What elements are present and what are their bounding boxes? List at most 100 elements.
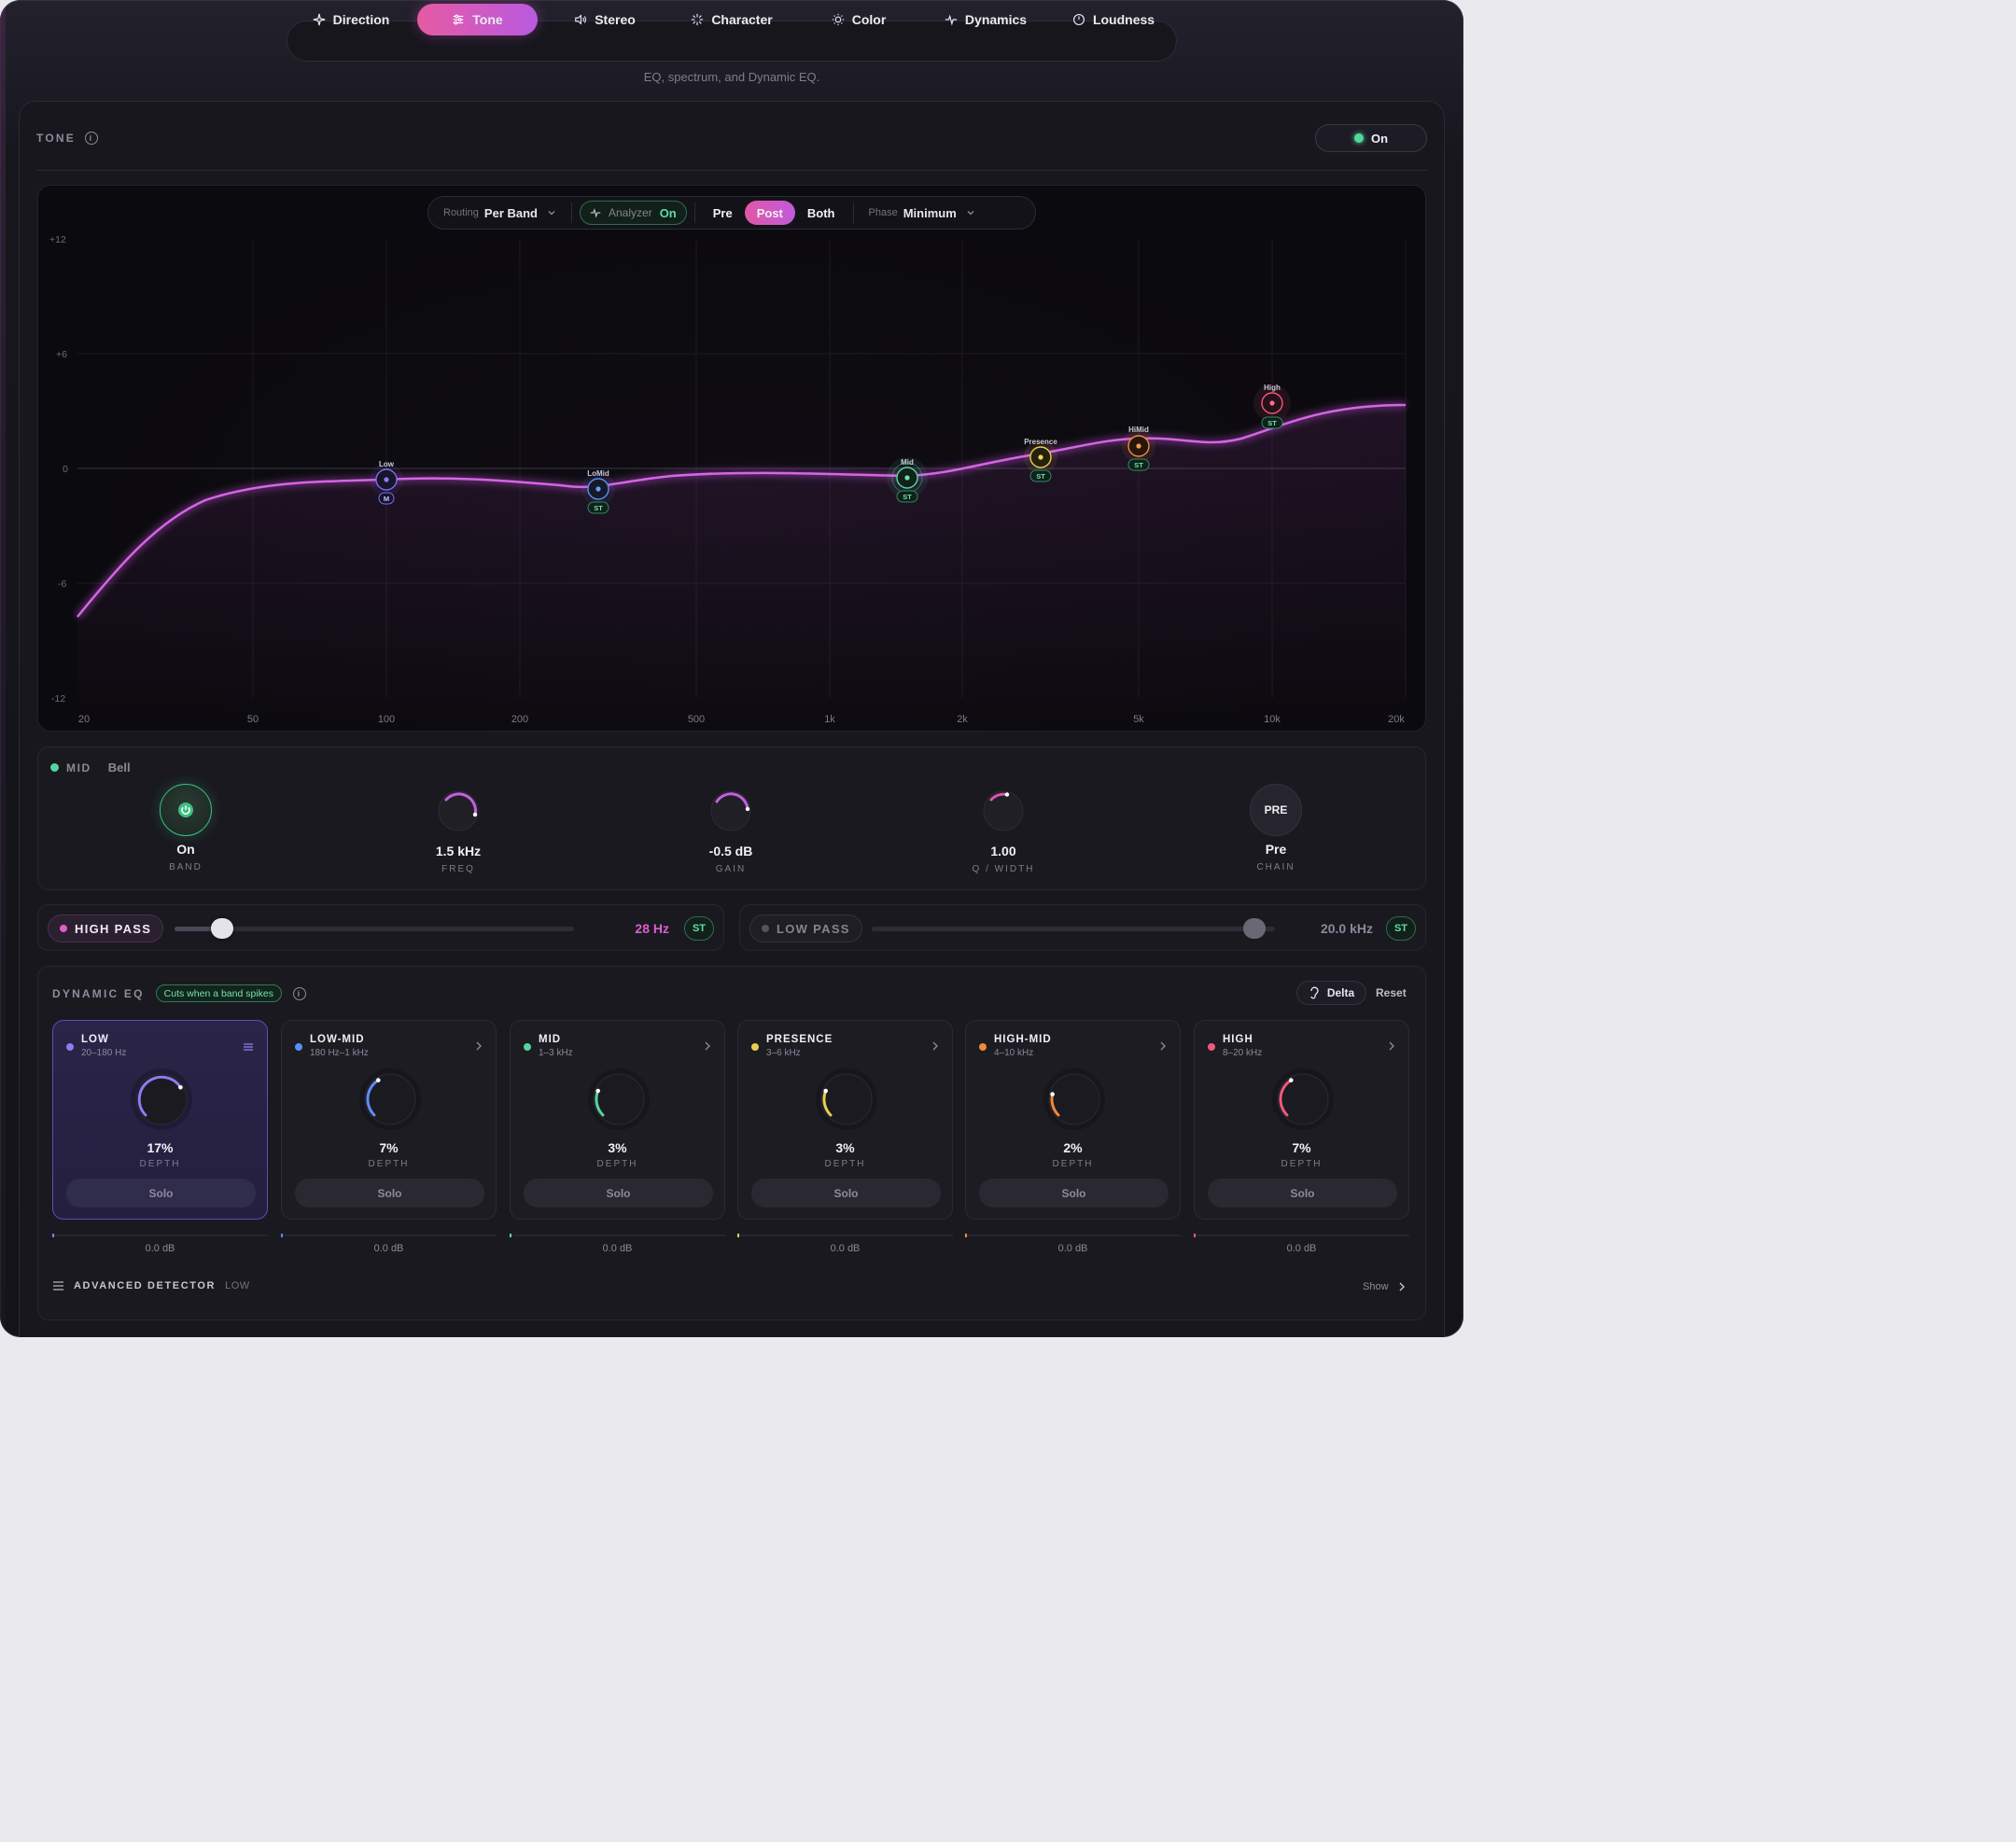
band-name: MID [66,761,91,774]
lp-stereo-badge[interactable]: ST [1386,916,1416,941]
advanced-detector-toggle[interactable]: ADVANCED DETECTOR LOW [52,1280,250,1291]
band-color-dot [295,1043,302,1051]
y-axis-labels: +12 +6 0 -6 -12 [49,234,68,705]
tab-color[interactable]: Color [819,4,898,35]
tab-direction[interactable]: Direction [301,4,401,35]
tab-tone[interactable]: Tone [417,4,538,35]
freq-knob[interactable] [431,784,485,838]
meter-marker [510,1234,511,1237]
tab-stereo[interactable]: Stereo [560,4,650,35]
chain-button[interactable]: PRE [1250,784,1302,836]
mode-pre[interactable]: Pre [701,201,745,225]
tab-loudness[interactable]: Loudness [1062,4,1165,35]
mode-post[interactable]: Post [744,201,795,225]
depth-value: 17% [147,1140,174,1155]
dyn-band-name: LOW [81,1034,109,1045]
solo-button[interactable]: Solo [751,1179,941,1207]
chain-value: Pre [1265,842,1287,857]
chevron-right-icon[interactable] [931,1040,939,1054]
gain-knob[interactable] [704,784,758,838]
meter-marker [52,1234,54,1237]
routing-value: Per Band [483,205,538,220]
y-tick: -6 [58,579,66,590]
power-icon [1353,133,1364,143]
ear-icon [1310,986,1319,999]
q-knob[interactable] [976,784,1030,838]
q-value: 1.00 [990,844,1016,858]
depth-knob[interactable] [128,1066,195,1133]
chevron-right-icon[interactable] [1388,1040,1395,1054]
x-tick: 10k [1264,714,1281,725]
node-label: Mid [901,458,914,467]
tab-dynamics[interactable]: Dynamics [933,4,1038,35]
info-icon[interactable]: i [84,132,98,145]
hp-slider-thumb[interactable] [211,918,234,939]
freq-control: 1.5 kHz FREQ [384,784,533,874]
dyn-band-range: 8–20 kHz [1223,1048,1263,1058]
solo-button[interactable]: Solo [295,1179,484,1207]
dyn-band-card[interactable]: PRESENCE 3–6 kHz 3% DEPTH Solo [737,1020,953,1220]
depth-knob[interactable] [1041,1066,1108,1133]
analyzer-toggle[interactable]: Analyzer On [580,201,687,225]
tab-character[interactable]: Character [679,4,784,35]
x-tick: 1k [824,714,835,725]
gain-reduction-value: 0.0 dB [830,1243,861,1254]
routing-label: Routing [443,207,479,218]
meter-marker [1194,1234,1196,1237]
mode-both[interactable]: Both [795,201,847,225]
gain-caption: GAIN [715,864,747,874]
tab-subtitle: EQ, spectrum, and Dynamic EQ. [643,70,820,84]
depth-knob[interactable] [1269,1066,1337,1133]
meter-marker [965,1234,967,1237]
low-pass-toggle[interactable]: LOW PASS [749,914,862,942]
node-badge: ST [1036,472,1045,481]
depth-value: 2% [1063,1140,1083,1155]
menu-icon[interactable] [243,1040,254,1054]
chevron-right-icon[interactable] [704,1040,711,1054]
dyn-band-card[interactable]: HIGH 8–20 kHz 7% DEPTH Solo [1194,1020,1409,1220]
dyn-band-name: LOW-MID [310,1034,365,1045]
chevron-right-icon[interactable] [475,1040,483,1054]
lp-slider-thumb[interactable] [1243,918,1267,939]
analyzer-wrap: Analyzer On [572,201,694,225]
chevron-down-icon [548,211,555,216]
phase-label: Phase [868,207,898,218]
delta-button[interactable]: Delta [1296,981,1366,1005]
chain-caption: CHAIN [1256,862,1295,872]
y-tick: -12 [51,693,65,705]
reset-button[interactable]: Reset [1376,986,1407,999]
high-pass-toggle[interactable]: HIGH PASS [48,914,164,942]
phase-dropdown[interactable]: Phase Minimum [854,197,990,229]
tab-label: Stereo [595,12,636,27]
dyn-band-card[interactable]: LOW-MID 180 Hz–1 kHz 7% DEPTH Solo [281,1020,497,1220]
hp-dot [60,925,67,932]
solo-button[interactable]: Solo [979,1179,1169,1207]
band-type[interactable]: Bell [108,761,131,774]
x-tick: 20 [78,714,90,725]
lp-label: LOW PASS [777,921,850,936]
band-power-button[interactable] [160,784,212,836]
lp-slider-track[interactable] [872,927,1275,931]
depth-knob[interactable] [813,1066,880,1133]
info-icon[interactable]: i [293,986,306,1000]
chevron-right-icon[interactable] [1159,1040,1167,1054]
hp-stereo-badge[interactable]: ST [684,916,714,941]
dyn-band-card[interactable]: MID 1–3 kHz 3% DEPTH Solo [510,1020,725,1220]
show-button[interactable]: Show [1363,1281,1406,1292]
depth-knob[interactable] [357,1066,424,1133]
solo-button[interactable]: Solo [1208,1179,1397,1207]
tone-power-toggle[interactable]: On [1315,124,1427,152]
depth-knob[interactable] [585,1066,652,1133]
dynamic-eq-header: DYNAMIC EQ Cuts when a band spikes i [52,984,306,1002]
gain-reduction-value: 0.0 dB [145,1243,175,1254]
tab-label: Dynamics [964,12,1028,27]
depth-value: 3% [835,1140,855,1155]
routing-dropdown[interactable]: Routing Per Band [428,197,571,229]
hp-slider-track[interactable] [175,927,574,931]
dyn-band-card[interactable]: HIGH-MID 4–10 kHz 2% DEPTH Solo [965,1020,1181,1220]
eq-curve-svg[interactable]: +12 +6 0 -6 -12 20 50 100 200 500 1k 2k … [37,185,1426,732]
dyn-band-range: 3–6 kHz [766,1048,801,1058]
solo-button[interactable]: Solo [66,1179,256,1207]
dyn-band-card[interactable]: LOW 20–180 Hz 17% DEPTH Solo [52,1020,268,1220]
solo-button[interactable]: Solo [524,1179,713,1207]
